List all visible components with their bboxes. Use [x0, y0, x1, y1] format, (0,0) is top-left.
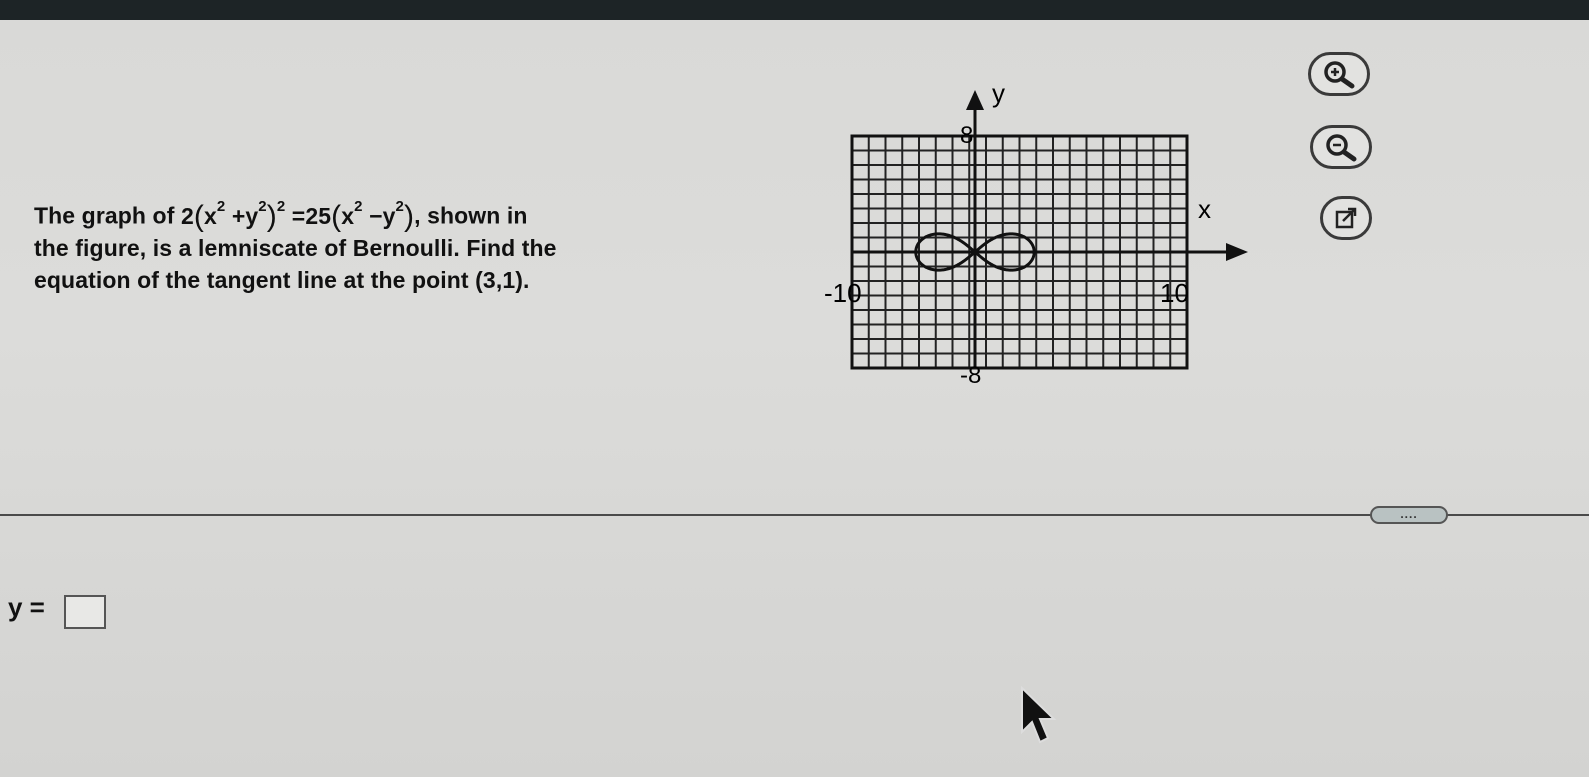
answer-label: y = [8, 592, 45, 622]
external-link-icon [1335, 207, 1357, 229]
eq-exp: 2 [216, 198, 226, 215]
mouse-cursor-icon [1021, 686, 1057, 744]
eq-outer-exp: 2 [276, 198, 286, 215]
eq-x: x [341, 202, 355, 229]
equation: 2(x2 +y2)2 =25(x2 −y2) [180, 198, 414, 232]
eq-y: y [245, 202, 259, 229]
eq-exp: 2 [395, 198, 404, 215]
y-axis-label: y [992, 78, 1005, 108]
eq-x: x [203, 202, 217, 229]
paren-open: ( [193, 199, 204, 233]
x-axis-arrow [1226, 243, 1248, 261]
paren-close: ) [266, 199, 277, 233]
eq-minus: − [369, 202, 383, 229]
paren-open: ( [331, 199, 342, 233]
window-top-bar [0, 0, 1589, 20]
eq-equals: = [291, 202, 306, 229]
x-axis-label: x [1198, 194, 1211, 224]
answer-input[interactable] [64, 595, 106, 629]
zoom-out-icon [1326, 134, 1357, 162]
problem-statement: The graph of 2(x2 +y2)2 =25(x2 −y2), sho… [34, 195, 794, 296]
problem-line-2: the figure, is a lemniscate of Bernoulli… [34, 234, 557, 261]
section-divider [0, 514, 1589, 516]
problem-lead: The graph of [34, 202, 175, 229]
zoom-in-icon [1324, 61, 1355, 89]
problem-line-1: The graph of 2(x2 +y2)2 =25(x2 −y2), sho… [34, 195, 794, 232]
popout-button[interactable] [1320, 196, 1372, 240]
expand-handle[interactable]: .... [1370, 506, 1448, 524]
y-max-label: 8 [960, 122, 973, 149]
eq-right-coef: 25 [305, 202, 332, 229]
y-axis-arrow [966, 90, 984, 110]
problem-line-3: equation of the tangent line at the poin… [34, 266, 530, 293]
zoom-in-button[interactable] [1308, 52, 1370, 96]
eq-exp: 2 [354, 198, 363, 215]
eq-left-coef: 2 [180, 202, 194, 229]
x-min-label: -10 [824, 278, 862, 308]
y-min-label: -8 [960, 362, 981, 389]
eq-plus: + [231, 202, 246, 229]
graph-svg: y x 8 -8 -10 10 [824, 78, 1248, 389]
problem-after-eq: , shown in [414, 202, 528, 229]
eq-y: y [382, 202, 396, 229]
x-max-label: 10 [1160, 278, 1189, 308]
eq-exp: 2 [258, 198, 267, 215]
lemniscate-graph[interactable]: y x 8 -8 -10 10 [820, 78, 1260, 398]
zoom-out-button[interactable] [1310, 125, 1372, 169]
paren-close: ) [404, 199, 415, 233]
